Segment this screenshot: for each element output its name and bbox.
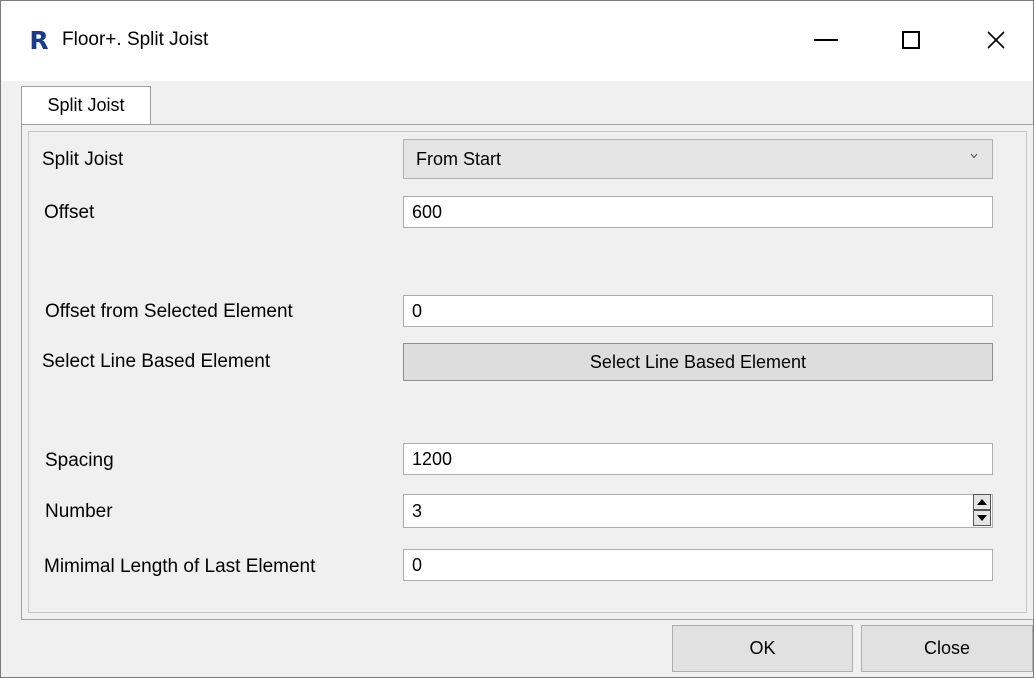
minimize-button[interactable] xyxy=(796,17,856,63)
select-line-based-element-button[interactable]: Select Line Based Element xyxy=(403,343,993,381)
dialog-window: R Floor+. Split Joist Split Joist Split … xyxy=(0,0,1034,678)
select-line-button-label: Select Line Based Element xyxy=(589,351,807,372)
offset-from-selected-input[interactable] xyxy=(403,295,993,327)
close-button-label: Close xyxy=(923,638,971,658)
revit-app-icon: R xyxy=(28,28,50,54)
number-input[interactable] xyxy=(403,494,993,528)
maximize-button[interactable] xyxy=(881,17,941,63)
split-joist-selected-value: From Start xyxy=(416,148,502,169)
offset-from-selected-label: Offset from Selected Element xyxy=(45,301,293,322)
close-window-button[interactable] xyxy=(966,17,1026,63)
title-bar[interactable]: R Floor+. Split Joist xyxy=(1,1,1033,81)
min-length-label: Mimimal Length of Last Element xyxy=(44,556,316,577)
split-joist-label: Split Joist xyxy=(42,149,124,170)
ok-button[interactable]: OK xyxy=(672,625,853,672)
close-button[interactable]: Close xyxy=(861,625,1033,672)
tab-label: Split Joist xyxy=(47,95,125,115)
app-icon-letter: R xyxy=(29,26,49,55)
window-title: Floor+. Split Joist xyxy=(62,29,209,50)
close-icon xyxy=(987,31,1005,49)
split-joist-dropdown[interactable]: From Start xyxy=(403,139,993,179)
ok-button-label: OK xyxy=(749,638,776,658)
stepper-arrows-icon xyxy=(973,494,991,526)
chevron-down-icon xyxy=(970,153,978,159)
offset-label: Offset xyxy=(44,202,95,223)
minimize-icon xyxy=(814,39,838,41)
select-line-label: Select Line Based Element xyxy=(42,351,271,372)
tab-split-joist[interactable]: Split Joist xyxy=(21,86,151,124)
offset-input[interactable] xyxy=(403,196,993,228)
spacing-input[interactable] xyxy=(403,443,993,475)
maximize-icon xyxy=(902,31,920,49)
min-length-input[interactable] xyxy=(403,549,993,581)
number-stepper[interactable] xyxy=(973,494,991,526)
number-label: Number xyxy=(45,501,113,522)
spacing-label: Spacing xyxy=(45,450,114,471)
